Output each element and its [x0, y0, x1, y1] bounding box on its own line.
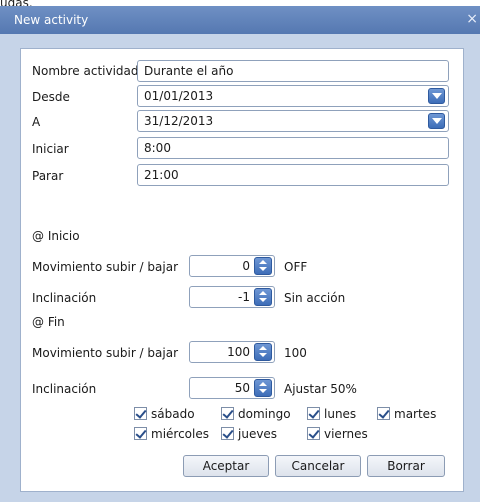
day-checkbox-lunes[interactable]: lunes: [307, 407, 356, 421]
inicio-tilt-status: Sin acción: [284, 291, 346, 305]
nombre-input[interactable]: Durante el año: [137, 60, 449, 82]
desde-label: Desde: [32, 90, 70, 104]
fin-tilt-value: 50: [234, 381, 250, 395]
parar-input[interactable]: 21:00: [137, 164, 449, 186]
spin-updown-icon[interactable]: [254, 257, 272, 275]
checkmark-icon[interactable]: [307, 427, 320, 440]
fin-heading: @ Fin: [32, 315, 65, 329]
spin-updown-icon[interactable]: [254, 379, 272, 397]
inicio-movement-stepper[interactable]: 0: [189, 255, 275, 277]
fin-tilt-status: Ajustar 50%: [284, 382, 357, 396]
chevron-down-icon[interactable]: [428, 113, 445, 129]
checkmark-icon[interactable]: [134, 407, 147, 420]
spin-updown-icon[interactable]: [254, 288, 272, 306]
iniciar-input[interactable]: 8:00: [137, 137, 449, 159]
nombre-label: Nombre actividad: [32, 64, 139, 78]
inicio-heading: @ Inicio: [32, 229, 80, 243]
checkmark-icon[interactable]: [377, 407, 390, 420]
parar-label: Parar: [32, 169, 64, 183]
inicio-movement-status: OFF: [284, 260, 308, 274]
cancel-button[interactable]: Cancelar: [275, 455, 361, 477]
fin-movement-status: 100: [284, 346, 307, 360]
fin-tilt-label: Inclinación: [32, 382, 97, 396]
checkmark-icon[interactable]: [307, 407, 320, 420]
delete-button[interactable]: Borrar: [367, 455, 445, 477]
day-checkbox-miercoles[interactable]: miércoles: [134, 427, 209, 441]
dialog-window: New activity × Nombre actividad Durante …: [0, 6, 480, 502]
iniciar-label: Iniciar: [32, 142, 69, 156]
chevron-down-icon[interactable]: [428, 88, 445, 104]
inicio-tilt-label: Inclinación: [32, 291, 97, 305]
day-checkbox-jueves[interactable]: jueves: [221, 427, 277, 441]
a-label: A: [32, 115, 41, 129]
inicio-tilt-stepper[interactable]: -1: [189, 286, 275, 308]
checkmark-icon[interactable]: [134, 427, 147, 440]
desde-value: 01/01/2013: [144, 89, 214, 103]
checkmark-icon[interactable]: [221, 407, 234, 420]
inicio-movement-value: 0: [242, 259, 250, 273]
fin-movement-stepper[interactable]: 100: [189, 341, 275, 363]
desde-date-select[interactable]: 01/01/2013: [137, 85, 449, 107]
a-value: 31/12/2013: [144, 114, 214, 128]
day-checkbox-domingo[interactable]: domingo: [221, 407, 291, 421]
window-title: New activity: [14, 13, 89, 27]
form-panel: Nombre actividad Durante el año Desde 01…: [20, 48, 464, 492]
day-checkbox-martes[interactable]: martes: [377, 407, 436, 421]
day-checkbox-sabado[interactable]: sábado: [134, 407, 195, 421]
accept-button[interactable]: Aceptar: [183, 455, 269, 477]
fin-tilt-stepper[interactable]: 50: [189, 377, 275, 399]
inicio-movement-label: Movimiento subir / bajar: [32, 260, 179, 274]
title-bar: New activity ×: [0, 6, 480, 34]
fin-movement-value: 100: [227, 345, 250, 359]
day-checkbox-viernes[interactable]: viernes: [307, 427, 368, 441]
fin-movement-label: Movimiento subir / bajar: [32, 346, 179, 360]
a-date-select[interactable]: 31/12/2013: [137, 110, 449, 132]
inicio-tilt-value: -1: [238, 290, 250, 304]
spin-updown-icon[interactable]: [254, 343, 272, 361]
checkmark-icon[interactable]: [221, 427, 234, 440]
close-icon[interactable]: ×: [466, 11, 478, 27]
